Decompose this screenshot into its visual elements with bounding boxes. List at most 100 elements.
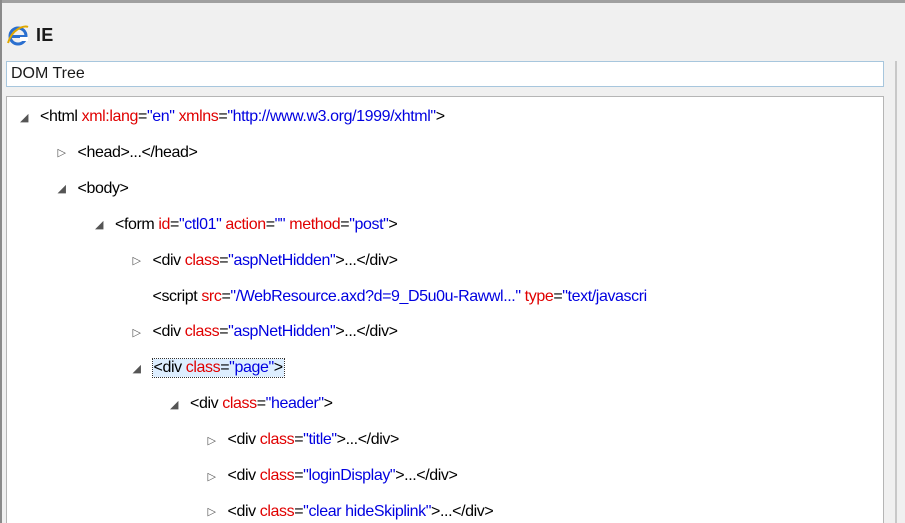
tag-text: = <box>294 502 304 520</box>
tag-text: >...</div> <box>395 467 458 484</box>
expand-triangle-icon[interactable]: ▷ <box>130 254 144 267</box>
attribute-name: class <box>185 359 221 377</box>
tag-text: = <box>219 323 229 341</box>
collapse-triangle-icon[interactable]: ◢ <box>167 398 181 411</box>
tag-text: >...</div> <box>336 431 400 449</box>
tag-text: = <box>219 251 229 269</box>
node-label[interactable]: <div class = "aspNetHidden" >...</div> <box>152 323 399 341</box>
attribute-value: "clear hideSkiplink" <box>303 502 432 520</box>
tag-text: <body> <box>77 179 129 197</box>
tag-text: > <box>323 395 333 413</box>
tree-node[interactable]: <script src = "/WebResource.axd?d=9_D5u0u-… <box>130 284 648 310</box>
collapse-triangle-icon[interactable]: ◢ <box>17 111 31 124</box>
tag-text: = <box>265 215 275 233</box>
tag-text: >...</div> <box>335 323 398 341</box>
panel-title-bar: IE <box>6 22 53 48</box>
node-label[interactable]: <form id = "ctl01" action = "" method = "post"… <box>115 215 398 234</box>
tag-text: = <box>294 467 304 484</box>
attribute-name: class <box>259 467 295 484</box>
node-label[interactable]: <body> <box>78 180 129 198</box>
window-left-border <box>0 0 2 523</box>
tag-text: = <box>221 287 231 305</box>
expand-triangle-icon[interactable]: ▷ <box>130 326 144 339</box>
attribute-name: method <box>289 215 341 233</box>
node-label[interactable]: <html xml:lang = "en" xmlns = "http://www.w3… <box>40 108 445 126</box>
tree-node[interactable]: ▷ <div class = "title" >...</div> <box>205 427 399 453</box>
node-label[interactable]: <div class = "clear hideSkiplink" >...</div… <box>228 503 494 521</box>
tree-node[interactable]: ▷ <div class = "aspNetHidden" >...</div> <box>130 248 398 274</box>
tag-text: <form <box>115 215 159 233</box>
attribute-value: "en" <box>146 108 175 125</box>
tag-text: <div <box>227 467 260 484</box>
tag-text: = <box>138 108 147 125</box>
tag-text: <div <box>152 251 185 269</box>
node-label[interactable]: <div class = "title" >...</div> <box>227 431 400 449</box>
tag-text: = <box>218 108 228 125</box>
attribute-name: class <box>259 431 295 449</box>
tree-node[interactable]: ◢ <form id = "ctl01" action = "" method = "post… <box>92 212 398 238</box>
tag-text: > <box>273 359 283 377</box>
tag-text: = <box>553 287 563 305</box>
collapse-triangle-icon[interactable]: ◢ <box>92 218 106 231</box>
attribute-value: "aspNetHidden" <box>228 251 336 269</box>
tree-node[interactable]: ▷ <div class = "clear hideSkiplink" >...</di… <box>205 499 494 523</box>
expand-triangle-icon[interactable]: ▷ <box>205 434 219 447</box>
ie-icon <box>6 23 30 47</box>
tag-text: <div <box>153 359 186 377</box>
tree-node[interactable]: ▷ <div class = "loginDisplay" >...</div> <box>205 463 458 489</box>
tree-node[interactable]: ◢ <div class = "header" > <box>167 391 333 417</box>
tag-text: = <box>220 359 230 377</box>
expand-triangle-icon[interactable]: ▷ <box>205 470 219 483</box>
tag-text: = <box>294 431 304 449</box>
attribute-name: xmlns <box>178 108 219 125</box>
panel-title: IE <box>36 24 54 45</box>
attribute-value: "header" <box>265 395 324 413</box>
node-label[interactable]: <div class = "loginDisplay" >...</div> <box>228 467 458 485</box>
tag-text: = <box>256 395 266 413</box>
collapse-triangle-icon[interactable]: ◢ <box>55 182 69 195</box>
expand-triangle-icon[interactable]: ▷ <box>205 505 219 518</box>
node-label[interactable]: <script src = "/WebResource.axd?d=9_D5u0u-… <box>152 287 648 306</box>
tag-text: <div <box>227 502 260 520</box>
node-label[interactable]: <div class = "aspNetHidden" >...</div> <box>152 251 399 270</box>
tag-text: > <box>435 108 445 125</box>
tag-text: <div <box>227 431 260 449</box>
node-label[interactable]: <head>...</head> <box>78 144 198 162</box>
tree-node[interactable]: ▷ <div class = "aspNetHidden" >...</div> <box>130 319 398 345</box>
attribute-value: "title" <box>303 431 337 449</box>
attribute-value: "/WebResource.axd?d=9_D5u0u-Rawwl..." <box>230 287 521 305</box>
tree-node[interactable]: ◢ <div class = "page" > <box>130 355 285 381</box>
attribute-value: "aspNetHidden" <box>228 323 336 341</box>
attribute-value: "loginDisplay" <box>303 467 396 484</box>
dom-tree-header: DOM Tree <box>6 61 884 87</box>
tree-node[interactable]: ◢ <html xml:lang = "en" xmlns = "http://www.w… <box>17 104 445 130</box>
tag-text: <head>...</head> <box>77 143 198 161</box>
attribute-value: "post" <box>349 215 389 233</box>
tag-text: > <box>388 215 398 233</box>
tag-text: <div <box>152 323 185 341</box>
attribute-name: class <box>184 251 220 269</box>
tree-node[interactable]: ▷ <head>...</head> <box>55 140 198 166</box>
attribute-name: xml:lang <box>81 108 139 125</box>
attribute-value: "http://www.w3.org/1999/xhtml" <box>227 108 436 125</box>
tree-node[interactable]: ◢ <body> <box>55 176 129 202</box>
attribute-value: "page" <box>229 359 274 377</box>
attribute-value: "" <box>274 215 286 233</box>
tag-text: <script <box>152 287 202 305</box>
attribute-name: src <box>201 287 222 305</box>
attribute-name: id <box>158 215 171 233</box>
selected-node-label[interactable]: <div class = "page" > <box>151 358 285 379</box>
right-pane-edge <box>895 61 897 523</box>
tag-text: >...</div> <box>431 502 494 520</box>
collapse-triangle-icon[interactable]: ◢ <box>130 362 144 375</box>
attribute-name: action <box>225 215 266 233</box>
node-label[interactable]: <div class = "header" > <box>190 395 333 413</box>
tag-text: = <box>170 215 179 233</box>
window-top-border <box>0 0 905 3</box>
tag-text: = <box>340 215 350 233</box>
attribute-value: "text/javascri <box>562 287 647 305</box>
attribute-name: class <box>259 502 295 520</box>
expand-triangle-icon[interactable]: ▷ <box>55 146 69 159</box>
attribute-name: class <box>184 323 220 341</box>
attribute-name: class <box>222 395 257 413</box>
